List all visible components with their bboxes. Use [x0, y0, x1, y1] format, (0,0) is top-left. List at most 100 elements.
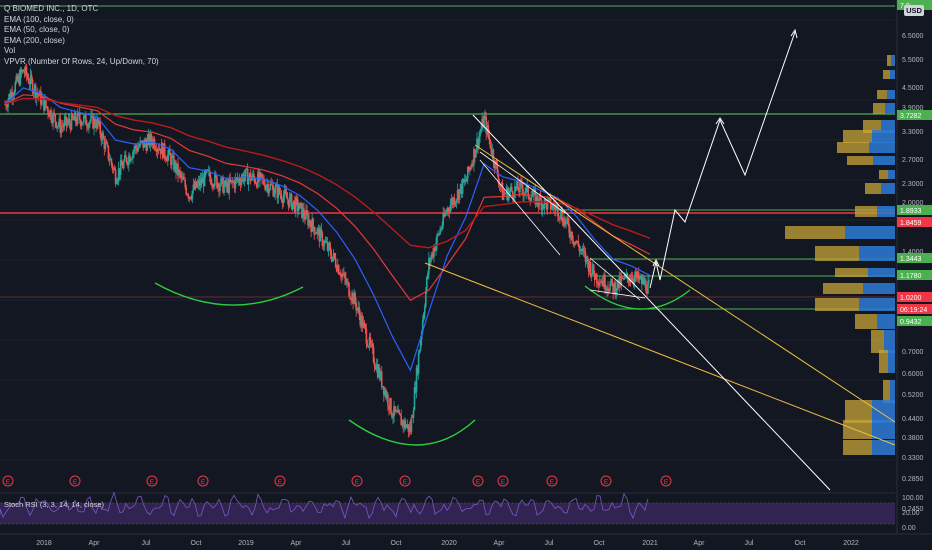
ema50-line [4, 97, 651, 249]
candle-body [565, 220, 567, 225]
candle-body [344, 273, 346, 279]
vpvr-bar-down [887, 90, 895, 99]
vpvr-bar-down [872, 440, 895, 455]
vpvr-bar-down [890, 380, 895, 403]
candle-body [57, 124, 60, 126]
vpvr-label[interactable]: VPVR (Number Of Rows, 24, Up/Down, 70) [4, 57, 159, 68]
candle-body [648, 279, 650, 282]
candle-body [470, 167, 472, 169]
candle-body [480, 128, 482, 133]
symbol-title[interactable]: Q BIOMED INC., 1D, OTC [4, 4, 159, 15]
vpvr-bar-up [865, 183, 881, 194]
candle-body [367, 346, 370, 348]
earnings-marker-label: E [73, 479, 78, 486]
vpvr-bar-up [815, 298, 859, 311]
candle-body [316, 228, 319, 234]
candle-body [282, 196, 285, 204]
candle-body [488, 134, 491, 140]
candle-body [203, 170, 206, 187]
candle-body [331, 256, 334, 261]
vpvr-bar-up [847, 156, 873, 165]
vpvr-bar-up [843, 130, 872, 143]
candle-body [56, 125, 59, 128]
candle-body [478, 136, 480, 148]
candle-body [399, 413, 401, 416]
candle-body [369, 337, 372, 344]
candle-body [138, 146, 140, 148]
candle-body [571, 231, 573, 242]
vol-label[interactable]: Vol [4, 46, 159, 57]
y-tick-label: 4.5000 [902, 85, 924, 92]
candle-body [234, 178, 237, 189]
vpvr-bar-up [855, 314, 877, 329]
ema100-label[interactable]: EMA (100, close, 0) [4, 15, 159, 26]
y-tick-label: 3.3000 [902, 129, 924, 136]
candle-body [455, 199, 458, 203]
vpvr-bar-up [883, 380, 890, 403]
vpvr-bar-up [845, 400, 872, 423]
candle-body [354, 293, 356, 303]
candle-body [519, 180, 521, 193]
candle-body [329, 247, 332, 256]
vpvr-bar-down [881, 183, 895, 194]
candle-body [484, 115, 486, 117]
candle-body [445, 212, 448, 214]
candle-body [184, 179, 186, 187]
candle-body [99, 121, 102, 135]
x-tick-label: Jul [342, 540, 351, 547]
candle-body [338, 274, 341, 275]
candle-body [273, 193, 276, 197]
candle-body [280, 194, 283, 201]
x-tick-label: 2019 [238, 540, 254, 547]
candle-body [25, 66, 28, 76]
candle-body [475, 150, 477, 158]
candle-body [631, 277, 634, 281]
candle-body [238, 178, 241, 183]
candle-body [337, 265, 340, 275]
cup-arc-left [154, 282, 304, 306]
candle-body [508, 190, 511, 193]
candle-body [398, 410, 400, 414]
candle-body [209, 177, 212, 185]
candle-body [132, 151, 134, 159]
candle-body [261, 174, 263, 179]
candle-body [333, 253, 336, 259]
ema200-label[interactable]: EMA (200, close) [4, 36, 159, 47]
candle-body [611, 278, 613, 284]
x-tick-label: Oct [594, 540, 605, 547]
candle-body [26, 75, 29, 78]
candle-body [54, 114, 56, 122]
candle-body [113, 168, 116, 170]
candle-body [387, 394, 389, 407]
price-label-text: 1.3443 [900, 256, 922, 263]
rsi-tick-label: 0.00 [902, 525, 916, 532]
candle-body [169, 149, 171, 156]
candle-body [71, 114, 74, 119]
x-tick-label: Oct [191, 540, 202, 547]
candle-body [392, 416, 394, 418]
earnings-marker-label: E [604, 479, 609, 486]
candle-body [418, 349, 421, 354]
earnings-marker-label: E [550, 479, 555, 486]
ema50-label[interactable]: EMA (50, close, 0) [4, 25, 159, 36]
chart-legend: Q BIOMED INC., 1D, OTC EMA (100, close, … [4, 4, 159, 67]
candle-body [604, 275, 606, 290]
candle-body [298, 208, 300, 212]
vpvr-bar-up [883, 70, 890, 79]
currency-badge[interactable]: USD [904, 5, 924, 16]
candle-body [74, 113, 77, 122]
earnings-marker-label: E [476, 479, 481, 486]
stoch-rsi-label[interactable]: Stoch RSI (3, 3, 14, 14, close) [4, 500, 104, 509]
candle-body [120, 160, 123, 166]
candle-body [595, 273, 598, 283]
y-tick-label: 0.2850 [902, 476, 924, 483]
candle-body [274, 186, 277, 194]
projection-path [649, 31, 796, 289]
projection-arrowheads [652, 28, 798, 267]
candle-body [288, 196, 291, 207]
price-chart[interactable]: E E E E E E E E E E E E6.50005.50004.50003.90003.30… [0, 0, 932, 550]
y-tick-label: 5.5000 [902, 57, 924, 64]
candle-body [371, 344, 374, 348]
candle-body [171, 156, 173, 165]
candle-body [366, 343, 369, 347]
